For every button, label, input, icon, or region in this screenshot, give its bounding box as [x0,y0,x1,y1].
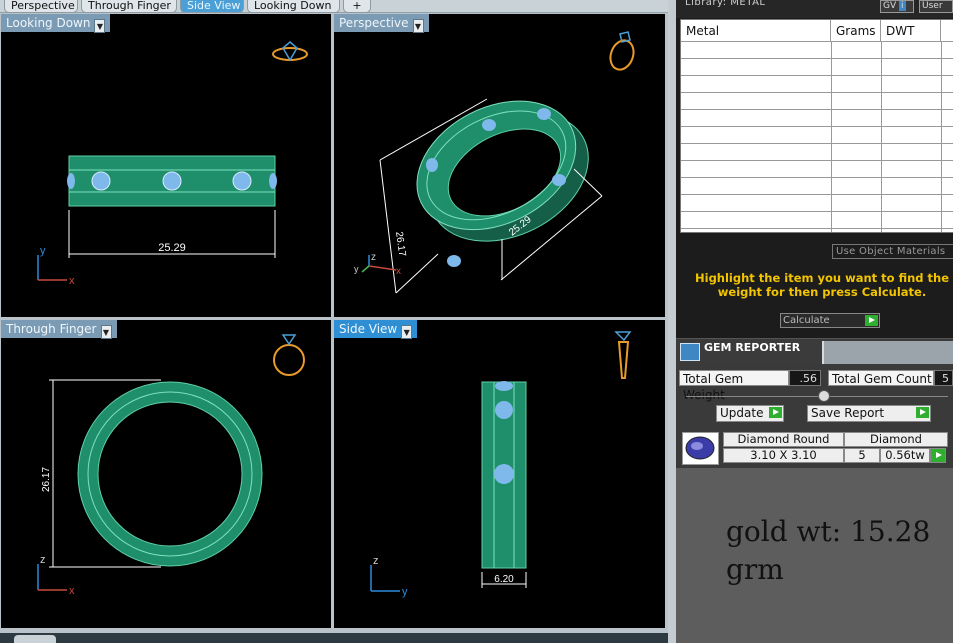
viewport-title[interactable]: Side View ▼ [334,320,418,339]
axis-label: y [402,586,408,598]
gold-weight-note: gold wt: 15.28 grm [726,513,930,589]
save-report-button[interactable]: Save Report [807,405,931,422]
gem-weight: 0.56tw [880,448,930,463]
ring-view-icon[interactable] [272,41,308,62]
gem-reporter-icon [680,343,700,361]
viewport-perspective[interactable]: 26.17 25.29 z x y Perspective ▼ [334,14,665,317]
chevron-down-icon[interactable]: ▼ [412,19,424,33]
gem-count: 5 [844,448,880,463]
use-object-materials-checkbox[interactable]: Use Object Materials [832,244,953,259]
tab-through-finger[interactable]: Through Finger [81,0,177,13]
tab-perspective[interactable]: Perspective [4,0,78,13]
diamond-icon [682,432,719,465]
total-gem-count-value: 5 [934,370,953,386]
ring-view-icon[interactable] [607,31,638,73]
stone-icon [67,171,277,191]
gv-button[interactable]: GV i [880,0,914,13]
right-panel: Library: METAL GV i User Metal Grams DWT… [668,0,953,643]
column-header[interactable]: DWT [881,20,941,41]
gem-type: Diamond [844,432,948,447]
through-finger-canvas: 26.17 z x [37,334,305,597]
gem-reporter-tabbar [822,341,953,365]
user-button[interactable]: User [919,0,953,13]
status-handle[interactable] [14,635,56,643]
instructions-text: Highlight the item you want to find the … [695,271,949,299]
metal-table[interactable]: Metal Grams DWT [680,19,953,233]
play-icon[interactable] [916,407,929,418]
viewport-title[interactable]: Perspective ▼ [334,14,429,33]
viewport-title[interactable]: Looking Down ▼ [1,14,111,33]
looking-down-canvas: 25.29 y x [37,41,308,287]
gem-reporter-title: GEM REPORTER [704,341,801,354]
ring-view-icon[interactable] [273,334,305,376]
gem-shape: Diamond Round [723,432,844,447]
add-tab-button[interactable]: + [343,0,371,13]
gem-reporter-panel: Total Gem Weight .56 Total Gem Count 5 U… [676,364,953,643]
slider-track[interactable] [686,396,948,397]
calculate-button[interactable]: Calculate [780,313,880,328]
axis-label: x [396,266,401,277]
gem-list-item[interactable]: Diamond Round Diamond 3.10 X 3.10 5 0.56… [682,432,948,466]
metal-table-header: Metal Grams DWT [681,20,953,42]
dimension-label: 26.17 [41,467,52,492]
gem-size: 3.10 X 3.10 [723,448,844,463]
axis-label: z [40,554,46,566]
axis-label: x [69,275,75,287]
dimension-label: 26.17 [393,231,407,258]
viewport-looking-down[interactable]: 25.29 y x Looking Down ▼ [1,14,331,317]
play-icon[interactable] [769,407,782,418]
total-gem-weight-label: Total Gem Weight [679,370,789,402]
tab-looking-down[interactable]: Looking Down [247,0,340,13]
tab-side-view[interactable]: Side View [180,0,244,13]
note-line: gold wt: 15.28 [726,515,931,548]
viewport-tab-strip: Perspective Through Finger Side View Loo… [0,0,668,13]
viewport-side-view[interactable]: 6.20 z y Side View ▼ [334,320,665,628]
ring-view-icon[interactable] [614,331,632,379]
app-window: Perspective Through Finger Side View Loo… [0,0,953,643]
info-icon[interactable]: i [899,1,906,11]
play-icon[interactable] [932,450,945,461]
chevron-down-icon[interactable]: ▼ [94,19,106,33]
metal-table-rows[interactable] [681,42,953,232]
play-icon[interactable] [865,315,878,326]
axis-label: y [40,245,46,257]
update-button[interactable]: Update [716,405,784,422]
gem-reporter-header: GEM REPORTER [676,338,953,365]
status-bar [0,633,668,643]
viewport-through-finger[interactable]: 26.17 z x Through Finger ▼ [1,320,331,628]
axis-label: z [371,252,376,263]
perspective-canvas: 26.17 25.29 z x y [354,31,638,294]
total-gem-count-label: Total Gem Count [828,370,934,386]
axis-label: x [69,585,75,597]
library-label: Library: METAL [685,0,766,8]
chevron-down-icon[interactable]: ▼ [401,325,413,339]
chevron-down-icon[interactable]: ▼ [100,325,112,339]
column-header[interactable]: Metal [681,20,831,41]
side-view-canvas: 6.20 z y [370,331,632,598]
slider-handle[interactable] [818,390,830,402]
gem-expand-button[interactable] [930,448,946,463]
dimension-label: 25.29 [158,242,186,254]
dimension-label: 6.20 [494,574,514,585]
ring-perspective [416,100,589,242]
viewport-title[interactable]: Through Finger ▼ [1,320,117,339]
total-gem-weight-value: .56 [789,370,821,386]
note-line: grm [726,553,784,586]
column-header[interactable]: Grams [831,20,881,41]
axis-label: y [354,264,359,274]
axis-label: z [373,555,379,567]
library-header: Library: METAL GV i User [676,0,953,18]
